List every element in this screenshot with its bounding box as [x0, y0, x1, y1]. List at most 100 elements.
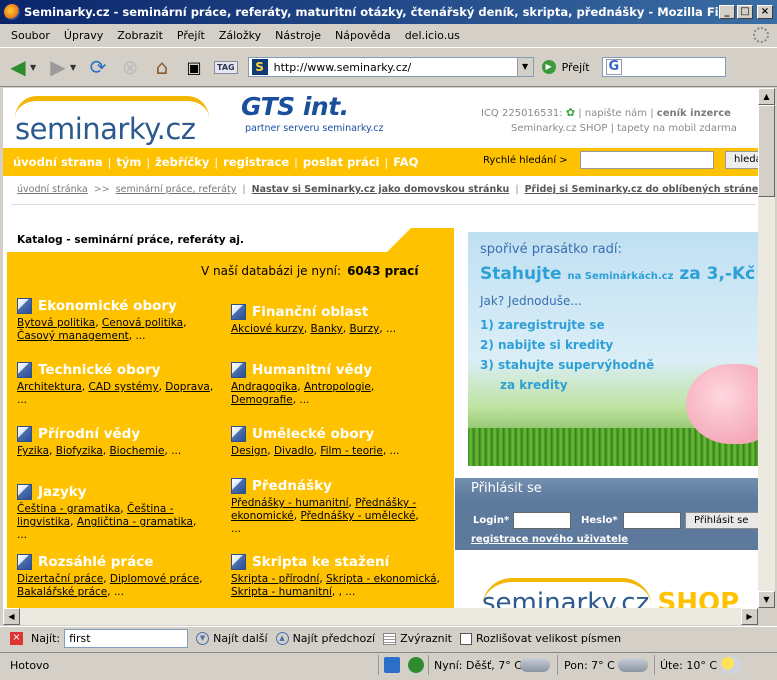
category-link[interactable]: Divadlo: [274, 445, 314, 457]
category-title[interactable]: Technické obory: [38, 362, 161, 378]
checkbox-icon[interactable]: [460, 632, 472, 645]
extension-icon[interactable]: [384, 657, 400, 673]
scroll-up-icon[interactable]: ▲: [758, 88, 775, 105]
url-bar[interactable]: S http://www.seminarky.cz/ ▼: [247, 57, 534, 77]
breadcrumb-home[interactable]: úvodní stránka: [17, 184, 88, 195]
category-link[interactable]: Design: [231, 445, 267, 457]
close-button[interactable]: ×: [757, 5, 773, 19]
forward-arrow-icon[interactable]: ▶: [44, 53, 72, 81]
category-link[interactable]: Doprava: [165, 381, 210, 393]
nav-team[interactable]: tým: [116, 155, 141, 169]
scroll-thumb[interactable]: [758, 105, 775, 197]
quick-search-button[interactable]: hledat: [725, 151, 758, 169]
category-link[interactable]: Skripta - přírodní: [231, 573, 319, 585]
scroll-right-icon[interactable]: ▶: [741, 608, 758, 625]
nav-rankings[interactable]: žebříčky: [155, 155, 209, 169]
find-previous-button[interactable]: ▲ Najít předchozí: [275, 632, 375, 645]
category-title[interactable]: Umělecké obory: [252, 426, 374, 442]
category-link[interactable]: Andragogika: [231, 381, 297, 393]
url-text[interactable]: http://www.seminarky.cz/: [274, 61, 412, 74]
bookmark-toggle-icon[interactable]: ▣: [180, 53, 208, 81]
nav-registration[interactable]: registrace: [223, 155, 289, 169]
category-title[interactable]: Finanční oblast: [252, 304, 368, 320]
menu-nastroje[interactable]: Nástroje: [268, 29, 328, 42]
category-title[interactable]: Ekonomické obory: [38, 298, 177, 314]
google-search-icon[interactable]: G: [605, 59, 623, 75]
maximize-button[interactable]: □: [737, 5, 753, 19]
contact-link[interactable]: napište nám: [585, 108, 647, 119]
url-dropdown-icon[interactable]: ▼: [516, 58, 533, 76]
category-link[interactable]: Přednášky - umělecké: [300, 510, 415, 522]
home-icon[interactable]: ⌂: [148, 53, 176, 81]
highlight-button[interactable]: Zvýraznit: [383, 632, 452, 645]
reload-icon[interactable]: ⟳: [84, 53, 112, 81]
password-input[interactable]: [623, 512, 681, 529]
category-title[interactable]: Humanitní vědy: [252, 362, 372, 378]
back-dropdown-icon[interactable]: ▼: [30, 63, 40, 72]
menu-soubor[interactable]: Soubor: [4, 29, 57, 42]
tag-button[interactable]: TAG: [214, 60, 238, 74]
category-link[interactable]: Burzy: [349, 323, 379, 335]
set-homepage-link[interactable]: Nastav si Seminarky.cz jako domovskou st…: [252, 184, 510, 195]
category-link[interactable]: Angličtina - gramatika: [77, 516, 193, 528]
login-submit-button[interactable]: Přihlásit se: [685, 512, 758, 529]
partner-banner[interactable]: GTS int. partner serveru seminarky.cz: [241, 92, 383, 134]
category-title[interactable]: Rozsáhlé práce: [38, 554, 153, 570]
register-link[interactable]: registrace nového uživatele: [471, 534, 628, 545]
category-link[interactable]: Dizertační práce: [17, 573, 103, 585]
category-link[interactable]: CAD systémy: [88, 381, 158, 393]
scroll-down-icon[interactable]: ▼: [758, 591, 775, 608]
shop-link[interactable]: Seminarky.cz SHOP: [511, 123, 607, 134]
vertical-scrollbar[interactable]: ▲ ▼: [758, 88, 775, 608]
stop-icon[interactable]: ⊗: [116, 53, 144, 81]
category-link[interactable]: Film - teorie: [320, 445, 383, 457]
menu-delicious[interactable]: del.icio.us: [398, 29, 467, 42]
category-link[interactable]: Banky: [311, 323, 343, 335]
category-link[interactable]: Skripta - ekonomická: [326, 573, 437, 585]
shop-banner[interactable]: seminarky.cz SHOP: [468, 562, 758, 608]
menu-upravy[interactable]: Úpravy: [57, 29, 110, 42]
category-link[interactable]: Biochemie: [109, 445, 164, 457]
find-input[interactable]: first: [64, 629, 189, 648]
minimize-button[interactable]: _: [719, 5, 735, 19]
match-case-checkbox[interactable]: Rozlišovat velikost písmen: [460, 632, 621, 645]
category-link[interactable]: Bytová politika: [17, 317, 95, 329]
category-link[interactable]: Skripta - humanitní: [231, 586, 332, 598]
menu-zalozky[interactable]: Záložky: [212, 29, 268, 42]
login-input[interactable]: [513, 512, 571, 529]
scroll-left-icon[interactable]: ◀: [3, 608, 20, 625]
search-input[interactable]: G: [601, 57, 726, 77]
category-title[interactable]: Skripta ke stažení: [252, 554, 389, 570]
breadcrumb-current[interactable]: seminární práce, referáty: [116, 184, 237, 195]
go-button[interactable]: ▶ Přejít: [541, 60, 590, 74]
category-link[interactable]: Časový management: [17, 330, 129, 342]
menu-prejit[interactable]: Přejít: [170, 29, 212, 42]
find-next-button[interactable]: ▼ Najít další: [196, 632, 268, 645]
site-logo[interactable]: seminarky.cz: [13, 96, 213, 148]
horizontal-scrollbar[interactable]: ◀ ▶: [3, 608, 758, 625]
piggy-bank-banner[interactable]: spořivé prasátko radí: Stahujte na Semin…: [468, 232, 758, 466]
category-link[interactable]: Demografie: [231, 394, 293, 406]
ad-pricing-link[interactable]: ceník inzerce: [657, 108, 731, 119]
wallpapers-link[interactable]: tapety na mobil zdarma: [617, 123, 737, 134]
category-link[interactable]: Přednášky - humanitní: [231, 497, 349, 509]
back-arrow-icon[interactable]: ◀: [4, 53, 32, 81]
category-link[interactable]: Architektura: [17, 381, 82, 393]
nav-faq[interactable]: FAQ: [393, 155, 418, 169]
category-title[interactable]: Přednášky: [252, 478, 332, 494]
category-link[interactable]: Čeština - gramatika: [17, 503, 120, 515]
nav-home[interactable]: úvodní strana: [13, 155, 103, 169]
add-favorites-link[interactable]: Přidej si Seminarky.cz do oblíbených str…: [525, 184, 758, 195]
category-link[interactable]: Cenová politika: [102, 317, 183, 329]
menu-napoveda[interactable]: Nápověda: [328, 29, 398, 42]
category-link[interactable]: Akciové kurzy: [231, 323, 304, 335]
category-link[interactable]: Diplomové práce: [110, 573, 199, 585]
category-title[interactable]: Jazyky: [38, 484, 87, 500]
nav-submit-work[interactable]: poslat práci: [303, 155, 380, 169]
status-indicator-icon[interactable]: [408, 657, 424, 673]
quick-search-input[interactable]: [580, 151, 714, 169]
forward-dropdown-icon[interactable]: ▼: [70, 63, 80, 72]
category-link[interactable]: Biofyzika: [56, 445, 103, 457]
find-close-icon[interactable]: ×: [10, 632, 23, 645]
menu-zobrazit[interactable]: Zobrazit: [110, 29, 170, 42]
